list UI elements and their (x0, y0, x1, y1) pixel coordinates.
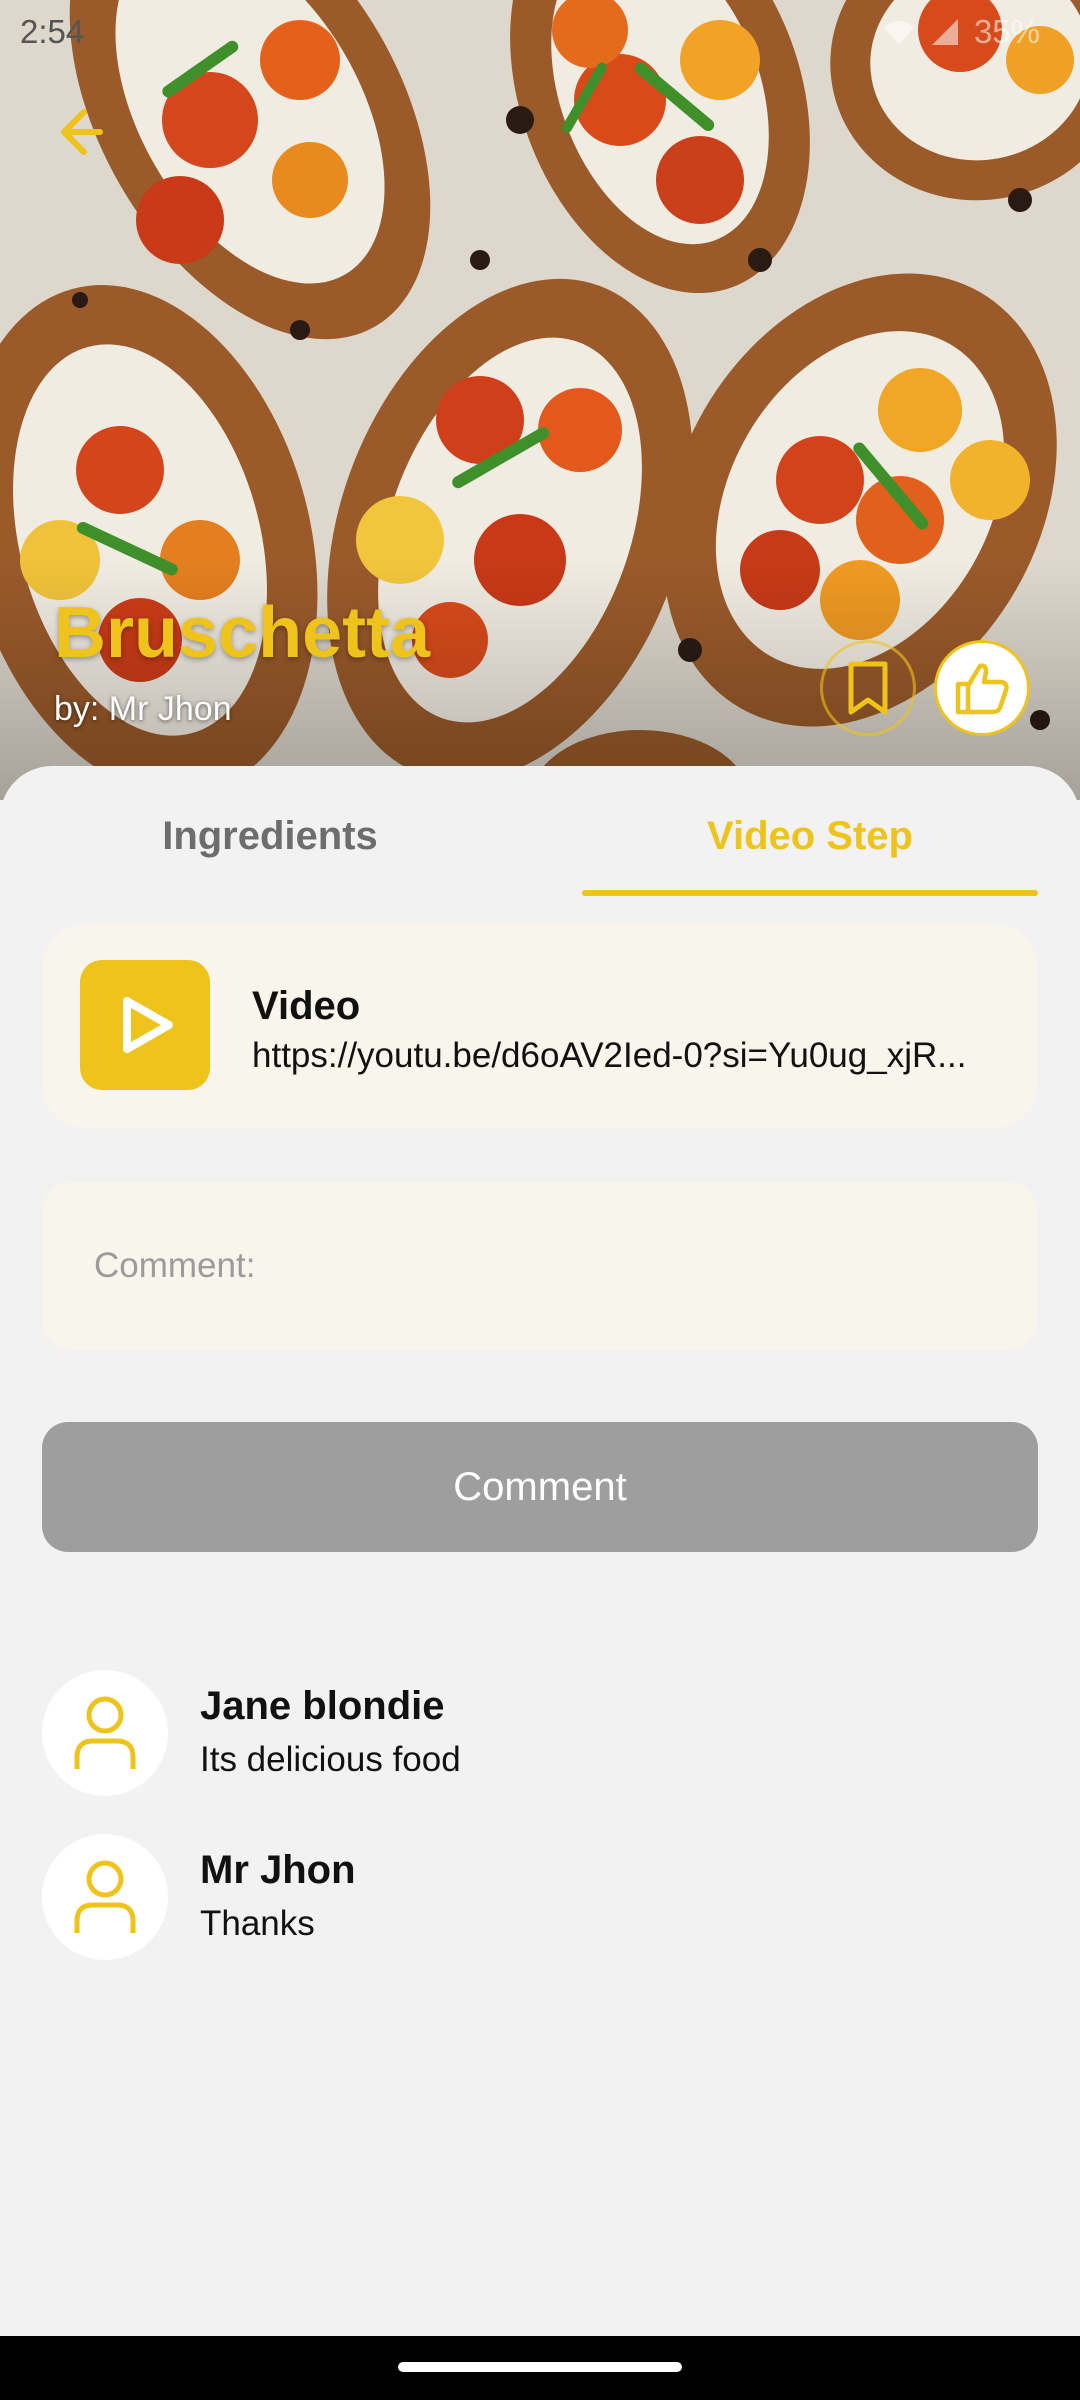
home-gesture-handle[interactable] (398, 2362, 682, 2372)
back-arrow-icon[interactable] (44, 100, 108, 164)
video-card[interactable]: Video https://youtu.be/d6oAV2Ied-0?si=Yu… (42, 924, 1038, 1128)
comment-text: Thanks (200, 1904, 315, 1943)
avatar (42, 1670, 168, 1796)
video-title: Video (252, 984, 361, 1028)
thumbs-up-icon (955, 663, 1009, 715)
video-url-link[interactable]: https://youtu.be/d6oAV2Ied-0?si=Yu0ug_xj… (252, 1036, 1012, 1076)
comment-author: Mr Jhon (200, 1848, 356, 1892)
tab-bar: Ingredients Video Step (0, 766, 1080, 896)
signal-icon (931, 19, 958, 45)
comment-submit-button[interactable]: Comment (42, 1422, 1038, 1552)
video-play-button[interactable] (80, 960, 210, 1090)
tab-ingredients[interactable]: Ingredients (42, 814, 498, 859)
comment-input[interactable] (42, 1182, 1038, 1350)
person-icon (74, 1696, 136, 1769)
person-icon (74, 1860, 136, 1933)
bookmark-icon (848, 661, 888, 715)
status-indicators: 35% (882, 13, 1040, 51)
recipe-hero-image: 2:54 35% Bruschetta by: Mr Jhon (0, 0, 1080, 800)
status-bar: 2:54 35% (20, 12, 1040, 52)
comment-author: Jane blondie (200, 1684, 445, 1728)
comment-item: Mr Jhon Thanks (42, 1834, 1038, 1960)
active-tab-indicator (582, 890, 1038, 896)
battery-percent: 35% (973, 13, 1040, 50)
recipe-detail-sheet: Ingredients Video Step Video https://you… (0, 766, 1080, 2336)
tab-video-step[interactable]: Video Step (582, 814, 1038, 859)
like-button[interactable] (934, 640, 1030, 736)
avatar (42, 1834, 168, 1960)
system-navigation-bar (0, 2336, 1080, 2400)
recipe-author: by: Mr Jhon (54, 690, 232, 728)
recipe-title: Bruschetta (54, 593, 431, 673)
comment-text: Its delicious food (200, 1740, 461, 1779)
bruschetta-photo (0, 0, 1080, 800)
play-icon (123, 997, 173, 1053)
status-time: 2:54 (20, 13, 85, 50)
comment-item: Jane blondie Its delicious food (42, 1670, 1038, 1796)
bookmark-button[interactable] (820, 640, 916, 736)
wifi-icon (883, 21, 914, 45)
